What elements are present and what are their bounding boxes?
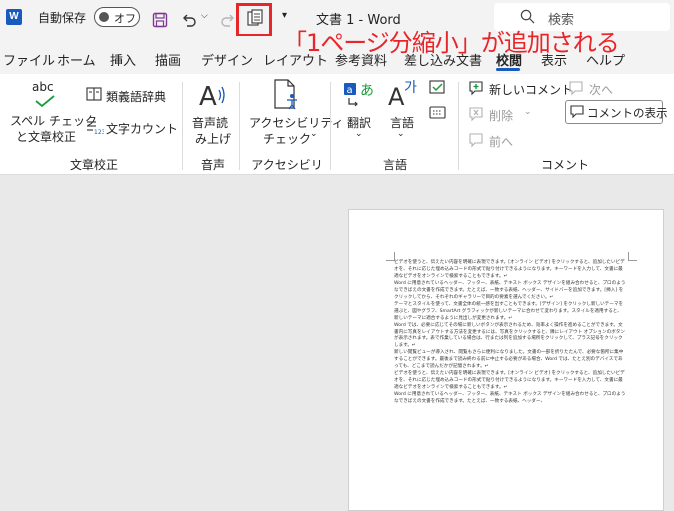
paragraph: Word に用意されているヘッダー、フッター、表紙、テキスト ボックス デザイン… <box>394 280 626 300</box>
language-icon: A 가 <box>388 80 417 110</box>
new-comment-icon <box>469 81 483 96</box>
delete-comment-button[interactable]: 削除 <box>489 107 513 124</box>
translate-icon: a あ <box>344 83 374 107</box>
paragraph: ビデオを使うと、伝えたい内容を明確に表現できます。[オンライン ビデオ] をクリ… <box>394 371 625 391</box>
paragraph: テーマとスタイルを使って、文書全体の統一感を出すこともできます。[デザイン] を… <box>394 301 624 321</box>
word-count-button[interactable]: 文字カウント <box>106 120 178 137</box>
translate-dropdown-icon[interactable]: ⌄ <box>355 129 363 139</box>
accessibility-dropdown-icon[interactable]: ⌄ <box>310 129 318 139</box>
language-dropdown-icon[interactable]: ⌄ <box>397 129 405 139</box>
proofing-group-label: 文章校正 <box>69 158 118 172</box>
undo-dropdown-icon[interactable]: ⌵ <box>201 11 211 33</box>
tab-design[interactable]: デザイン <box>201 50 253 69</box>
save-icon[interactable] <box>152 9 168 31</box>
paragraph: Word に用意されているヘッダー、フッター、表紙、テキスト ボックス デザイン… <box>394 392 626 405</box>
annotation-text: 「1ページ分縮小」が追加される <box>283 29 620 57</box>
new-comment-button[interactable]: 新しいコメント <box>489 81 573 98</box>
thesaurus-icon <box>86 87 102 101</box>
group-separator <box>330 82 331 170</box>
accessibility-check-line2: チェック <box>263 132 312 146</box>
tab-home[interactable]: ホーム <box>57 50 96 69</box>
delete-comment-icon <box>469 107 483 122</box>
group-separator <box>239 82 240 170</box>
svg-text:A: A <box>199 82 217 110</box>
undo-icon[interactable] <box>181 9 197 31</box>
qat-customize-icon[interactable]: ▾ <box>282 10 287 21</box>
tab-file[interactable]: ファイル <box>3 50 55 69</box>
track-language-icon[interactable] <box>429 80 447 96</box>
autosave-state: オフ <box>114 12 136 25</box>
svg-text:a: a <box>347 85 353 96</box>
svg-text:123: 123 <box>94 129 104 135</box>
show-comments-icon <box>570 105 584 119</box>
accessibility-check-icon <box>274 79 297 110</box>
spelling-button[interactable]: スペル チェック <box>10 112 97 129</box>
comments-group-label: コメント <box>540 158 589 172</box>
read-aloud-button-line2: み上げ <box>195 132 232 146</box>
language-group-label: 言語 <box>382 158 407 172</box>
group-separator <box>458 82 459 170</box>
spelling-check-icon: abc <box>28 78 64 108</box>
svg-text:あ: あ <box>360 83 374 99</box>
paragraph: Word では、必要に応じてその場に新しいボタンが表示されるため、効率よく操作を… <box>394 322 625 349</box>
redo-icon[interactable] <box>220 9 236 31</box>
fit-to-one-page-icon[interactable] <box>247 9 263 27</box>
svg-text:가: 가 <box>404 80 417 96</box>
show-comments-label: コメントの表示 <box>587 106 668 120</box>
thesaurus-button[interactable]: 類義語辞典 <box>106 88 166 105</box>
read-aloud-icon: A <box>199 82 225 110</box>
read-aloud-button[interactable]: 音声読 <box>192 114 228 131</box>
word-app-icon: W <box>6 9 22 25</box>
show-comments-button[interactable]: コメントの表示 <box>565 100 668 124</box>
svg-text:A: A <box>388 83 405 110</box>
speech-group-label: 音声 <box>200 158 225 172</box>
ribbon-panel: abc スペル チェック と文章校正 類義語辞典 123 文字カウント 文章校正… <box>0 74 674 189</box>
toggle-knob <box>99 12 109 22</box>
next-comment-icon <box>569 81 583 96</box>
paragraph: ビデオを使うと、伝えたい内容を明確に表現できます。[オンライン ビデオ] をクリ… <box>394 260 625 279</box>
autosave-label: 自動保存 <box>38 11 87 25</box>
autosave-toggle[interactable]: オフ <box>94 7 140 27</box>
paragraph: 新しい閲覧ビューが導入され、閲覧もさらに便利になりました。文書の一部を折りたたん… <box>394 350 624 370</box>
keyboard-icon[interactable] <box>429 106 447 120</box>
tab-draw[interactable]: 描画 <box>155 50 181 69</box>
delete-dropdown-icon[interactable]: ⌄ <box>524 107 532 117</box>
document-body[interactable]: ビデオを使うと、伝えたい内容を明確に表現できます。[オンライン ビデオ] をクリ… <box>394 260 626 406</box>
previous-comment-button[interactable]: 前へ <box>489 133 513 150</box>
next-comment-button[interactable]: 次へ <box>589 81 613 98</box>
margin-corner <box>628 252 637 261</box>
tab-insert[interactable]: 挿入 <box>110 50 136 69</box>
word-count-icon: 123 <box>87 121 104 135</box>
group-separator <box>182 82 183 170</box>
previous-comment-icon <box>469 133 483 148</box>
spelling-button-line2: と文章校正 <box>16 130 77 144</box>
search-icon <box>520 9 535 24</box>
active-tab-indicator <box>496 68 520 71</box>
